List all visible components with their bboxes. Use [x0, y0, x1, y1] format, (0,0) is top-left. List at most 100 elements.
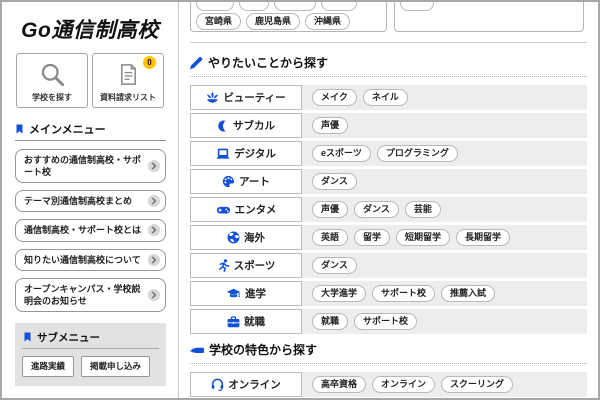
chevron-right-icon — [148, 224, 160, 237]
globe-icon — [227, 231, 240, 244]
marker-icon — [190, 344, 204, 356]
sidebar-menu-item[interactable]: おすすめの通信制高校・サポート校 — [15, 149, 166, 184]
category-cell[interactable]: オンライン — [190, 372, 302, 397]
section-title-text: 学校の特色から探す — [209, 343, 318, 357]
graduation-cap-icon — [226, 288, 241, 300]
sidebar-menu-item[interactable]: 通信制高校・サポート校とは — [15, 219, 166, 242]
category-cell[interactable]: 就職 — [190, 309, 302, 334]
tag-partial[interactable] — [196, 2, 234, 11]
category-row: ビューティー メイク ネイル — [190, 85, 587, 110]
bookmark-icon — [23, 331, 32, 343]
prefecture-box: 宮崎県 鹿児島県 沖縄県 — [190, 2, 387, 32]
main-content: 宮崎県 鹿児島県 沖縄県 やりたいことから探す ビューティー メイク ネイル サブカル 声優デ… — [179, 2, 598, 398]
sidebar-menu-item-label: 知りたい通信制高校について — [24, 254, 141, 265]
tag[interactable]: ダンス — [354, 201, 399, 218]
tag[interactable]: スクーリング — [441, 376, 514, 393]
beauty-icon — [206, 91, 219, 104]
tag-partial[interactable] — [239, 2, 269, 11]
tag-area: 就職 サポート校 — [302, 309, 587, 334]
tag-partial[interactable] — [321, 2, 357, 11]
tag[interactable]: ダンス — [312, 173, 357, 190]
site-logo[interactable]: Go通信制高校 — [2, 14, 178, 44]
request-list-button[interactable]: 0 資料請求リスト — [92, 53, 164, 108]
sub-menu-heading: サブメニュー — [23, 330, 159, 345]
tag[interactable]: プログラミング — [376, 145, 458, 162]
tag[interactable]: ダンス — [312, 257, 357, 274]
sidebar-top-buttons: 学校を探す 0 資料請求リスト — [2, 53, 178, 108]
section-title: 学校の特色から探す — [190, 341, 587, 358]
category-cell[interactable]: 海外 — [190, 225, 302, 250]
tag-area: 高卒資格 オンライン スクーリング — [302, 372, 587, 397]
sub-menu-title: サブメニュー — [37, 331, 100, 344]
chevron-right-icon — [148, 160, 160, 173]
bookmark-icon — [15, 123, 24, 135]
request-list-label: 資料請求リスト — [100, 93, 156, 102]
category-cell[interactable]: 進学 — [190, 281, 302, 306]
sidebar-menu-item-label: オープンキャンパス・学校説明会のお知らせ — [24, 283, 141, 306]
sidebar-menu-item[interactable]: 知りたい通信制高校について — [15, 248, 166, 271]
headset-icon — [211, 378, 224, 391]
category-row: 進学 大学進学 サポート校 推薦入試 — [190, 281, 587, 306]
category-row: 就職 就職 サポート校 — [190, 309, 587, 334]
tag-partial[interactable] — [400, 2, 434, 11]
tag[interactable]: 推薦入試 — [441, 285, 496, 302]
tag[interactable]: 声優 — [312, 117, 349, 134]
category-label: オンライン — [228, 379, 281, 391]
tag[interactable]: 大学進学 — [312, 285, 367, 302]
sidebar-menu-item-label: おすすめの通信制高校・サポート校 — [24, 155, 142, 178]
main-menu-list: おすすめの通信制高校・サポート校テーマ別通信制高校まとめ通信制高校・サポート校と… — [15, 149, 166, 312]
category-row: エンタメ 声優 ダンス 芸能 — [190, 197, 587, 222]
tag[interactable]: 就職 — [312, 313, 349, 330]
pencil-icon — [190, 56, 203, 69]
category-cell[interactable]: スポーツ — [190, 253, 302, 278]
prefecture-tag[interactable]: 沖縄県 — [305, 13, 351, 30]
briefcase-icon — [227, 315, 240, 328]
secondary-box — [394, 2, 584, 32]
section-divider — [190, 42, 587, 43]
sidebar-menu-item[interactable]: テーマ別通信制高校まとめ — [15, 190, 166, 213]
tag[interactable]: 高卒資格 — [312, 376, 367, 393]
tag[interactable]: 留学 — [354, 229, 391, 246]
tag[interactable]: 声優 — [312, 201, 349, 218]
category-label: 海外 — [244, 232, 265, 244]
sub-menu-button[interactable]: 進路実績 — [22, 355, 75, 377]
category-label: デジタル — [234, 148, 276, 160]
sub-menu-divider — [22, 347, 159, 349]
section-title-text: やりたいことから探す — [208, 56, 329, 70]
sidebar-menu-item[interactable]: オープンキャンパス・学校説明会のお知らせ — [15, 277, 166, 312]
tag[interactable]: メイク — [312, 89, 357, 106]
main-menu-divider — [15, 140, 166, 141]
prefecture-tag[interactable]: 鹿児島県 — [246, 13, 301, 30]
tag[interactable]: eスポーツ — [312, 145, 371, 162]
prefecture-tags-cutoff-row — [196, 2, 357, 11]
secondary-box-cutoff-row — [400, 2, 434, 11]
chevron-right-icon — [148, 195, 160, 208]
tag[interactable]: 短期留学 — [396, 229, 451, 246]
tag[interactable]: 芸能 — [404, 201, 441, 218]
tag-area: ダンス — [302, 169, 587, 194]
category-cell[interactable]: ビューティー — [190, 85, 302, 110]
tag-partial[interactable] — [274, 2, 316, 11]
category-cell[interactable]: サブカル — [190, 113, 302, 138]
tag[interactable]: 長期留学 — [456, 229, 511, 246]
sub-menu-box: サブメニュー 進路実績 掲載申し込み — [15, 322, 166, 386]
tag[interactable]: ネイル — [362, 89, 408, 106]
category-row: デジタル eスポーツ プログラミング — [190, 141, 587, 166]
category-cell[interactable]: デジタル — [190, 141, 302, 166]
category-cell[interactable]: エンタメ — [190, 197, 302, 222]
dotted-divider — [190, 363, 587, 364]
tag[interactable]: 英語 — [312, 229, 349, 246]
sub-menu-button[interactable]: 掲載申し込み — [81, 355, 151, 377]
moon-icon — [217, 120, 229, 132]
sidebar-menu-item-label: 通信制高校・サポート校とは — [24, 225, 142, 236]
prefecture-tag[interactable]: 宮崎県 — [196, 13, 242, 30]
tag[interactable]: サポート校 — [354, 313, 418, 330]
category-cell[interactable]: アート — [190, 169, 302, 194]
search-school-button[interactable]: 学校を探す — [16, 53, 88, 108]
category-label: ビューティー — [223, 92, 286, 104]
tag-area: 声優 — [302, 113, 587, 138]
tag[interactable]: オンライン — [372, 376, 436, 393]
category-row: スポーツ ダンス — [190, 253, 587, 278]
request-count-badge: 0 — [143, 56, 156, 69]
tag[interactable]: サポート校 — [372, 285, 436, 302]
